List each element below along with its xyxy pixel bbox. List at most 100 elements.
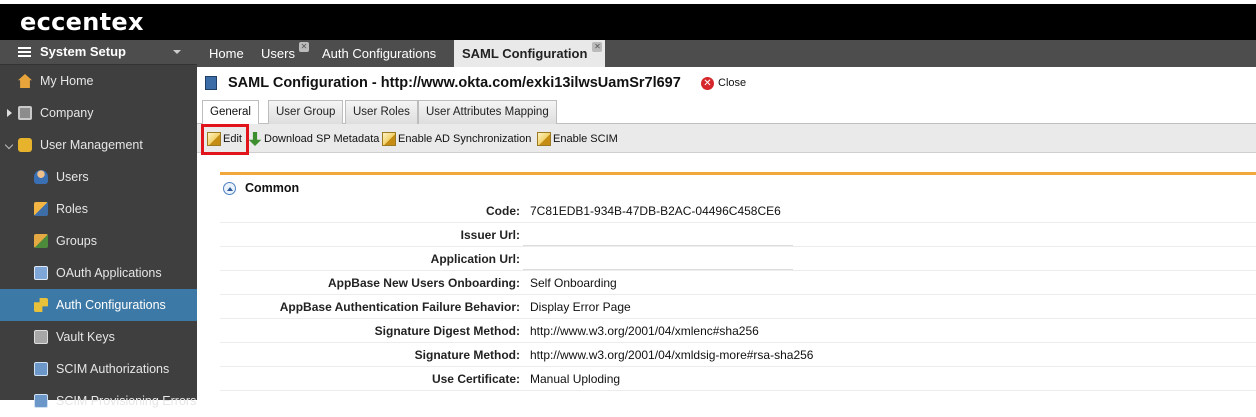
field-row-application-url: Application Url: — [220, 247, 1256, 271]
sidebar-item-my-home[interactable]: My Home — [0, 65, 197, 97]
field-value: 7C81EDB1-934B-47DB-B2AC-04496C458CE6 — [530, 204, 781, 218]
tab-label: Auth Configurations — [322, 46, 437, 61]
section-header[interactable]: Common — [220, 175, 1256, 199]
sidebar-header-label: System Setup — [40, 44, 126, 59]
vault-icon — [34, 330, 48, 344]
sidebar-item-oauth-applications[interactable]: OAuth Applications — [0, 257, 197, 289]
home-icon — [18, 74, 32, 88]
sidebar-item-roles[interactable]: Roles — [0, 193, 197, 225]
field-row-signature-digest-method: Signature Digest Method: http://www.w3.o… — [220, 319, 1256, 343]
sidebar-item-company[interactable]: Company — [0, 97, 197, 129]
field-row-new-users-onboarding: AppBase New Users Onboarding: Self Onboa… — [220, 271, 1256, 295]
scim-icon — [34, 394, 48, 408]
field-label: Signature Method: — [414, 348, 520, 362]
sidebar-item-scim-provisioning-errors[interactable]: SCIM Provisioning Errors — [0, 385, 197, 417]
common-section: Common Code: 7C81EDB1-934B-47DB-B2AC-044… — [220, 172, 1256, 391]
scim-icon — [34, 362, 48, 376]
document-icon — [205, 76, 217, 90]
oauth-icon — [34, 266, 48, 280]
user-icon — [34, 170, 48, 184]
tab-label: Users — [261, 46, 295, 61]
tab-user-attributes-mapping[interactable]: User Attributes Mapping — [418, 100, 557, 124]
sidebar-item-label: Users — [56, 170, 89, 184]
field-value-box — [523, 223, 793, 246]
download-icon — [248, 132, 262, 146]
edit-highlight-box — [201, 124, 249, 155]
field-row-auth-failure-behavior: AppBase Authentication Failure Behavior:… — [220, 295, 1256, 319]
sidebar-item-groups[interactable]: Groups — [0, 225, 197, 257]
brand-logo: eccentex — [20, 8, 144, 36]
tab-user-roles[interactable]: User Roles — [345, 100, 418, 124]
field-label: Use Certificate: — [431, 372, 520, 386]
expand-arrow-icon[interactable] — [7, 109, 12, 117]
field-value: Display Error Page — [530, 300, 631, 314]
sidebar-item-label: SCIM Authorizations — [56, 362, 170, 376]
key-icon — [34, 298, 48, 312]
sidebar-item-user-management[interactable]: User Management — [0, 129, 197, 161]
close-button[interactable]: Close — [718, 77, 746, 89]
menu-icon — [18, 47, 31, 57]
page-title: SAML Configuration - http://www.okta.com… — [228, 75, 681, 91]
section-title: Common — [245, 181, 300, 195]
sidebar-item-vault-keys[interactable]: Vault Keys — [0, 321, 197, 353]
field-label: AppBase New Users Onboarding: — [327, 276, 520, 290]
tab-user-group[interactable]: User Group — [268, 100, 344, 124]
sidebar-item-label: Auth Configurations — [56, 298, 166, 312]
tab-users[interactable]: Users ✕ — [253, 40, 311, 67]
tab-saml-configuration[interactable]: SAML Configuration ✕ — [454, 40, 606, 67]
enable-scim-label: Enable SCIM — [553, 133, 618, 145]
main-content: SAML Configuration - http://www.okta.com… — [197, 67, 1256, 400]
chevron-down-icon[interactable] — [173, 50, 181, 54]
tab-bar: Home Users ✕ Auth Configurations SAML Co… — [197, 40, 1256, 67]
toolbar: Edit Download SP Metadata Enable AD Sync… — [197, 124, 1256, 153]
enable-ad-label: Enable AD Synchronization — [398, 133, 532, 145]
tab-label: SAML Configuration — [462, 46, 588, 61]
collapse-section-icon[interactable] — [223, 182, 236, 195]
field-row-use-certificate: Use Certificate: Manual Uploding — [220, 367, 1256, 391]
edit-icon — [537, 132, 551, 146]
groups-icon — [34, 234, 48, 248]
top-bar: eccentex — [0, 0, 1256, 40]
field-row-issuer-url: Issuer Url: — [220, 223, 1256, 247]
sidebar-item-label: Company — [40, 106, 94, 120]
sidebar: System Setup My Home Company User Manage… — [0, 40, 197, 408]
sidebar-item-label: Roles — [56, 202, 88, 216]
tab-general[interactable]: General — [202, 100, 259, 125]
field-label: Application Url: — [430, 252, 520, 266]
sidebar-item-users[interactable]: Users — [0, 161, 197, 193]
tab-auth-configurations[interactable]: Auth Configurations — [314, 40, 444, 67]
lock-icon — [18, 138, 32, 152]
field-value: http://www.w3.org/2001/04/xmldsig-more#r… — [530, 348, 814, 362]
field-value: Self Onboarding — [530, 276, 617, 290]
sidebar-item-label: User Management — [40, 138, 143, 152]
field-label: Issuer Url: — [460, 228, 520, 242]
collapse-arrow-icon[interactable] — [4, 140, 14, 150]
edit-icon — [382, 132, 396, 146]
sidebar-item-scim-authorizations[interactable]: SCIM Authorizations — [0, 353, 197, 385]
close-icon[interactable]: ✕ — [298, 42, 309, 52]
sidebar-header[interactable]: System Setup — [0, 40, 197, 65]
sidebar-item-label: OAuth Applications — [56, 266, 162, 280]
field-value: http://www.w3.org/2001/04/xmlenc#sha256 — [530, 324, 759, 338]
close-icon[interactable]: ✕ — [592, 42, 603, 52]
field-label: Code: — [486, 204, 520, 218]
field-value-box — [523, 247, 793, 270]
field-row-code: Code: 7C81EDB1-934B-47DB-B2AC-04496C458C… — [220, 199, 1256, 223]
tab-label: Home — [209, 46, 244, 61]
download-label: Download SP Metadata — [264, 133, 380, 145]
field-label: Signature Digest Method: — [374, 324, 520, 338]
sidebar-item-auth-configurations[interactable]: Auth Configurations — [0, 289, 197, 321]
field-value: Manual Uploding — [530, 372, 621, 386]
roles-icon — [34, 202, 48, 216]
company-icon — [18, 106, 32, 120]
sidebar-item-label: Vault Keys — [56, 330, 115, 344]
close-icon[interactable]: ✕ — [701, 77, 714, 90]
sidebar-item-label: Groups — [56, 234, 97, 248]
sidebar-item-label: SCIM Provisioning Errors — [56, 394, 197, 408]
sidebar-item-label: My Home — [40, 74, 94, 88]
field-label: AppBase Authentication Failure Behavior: — [279, 300, 520, 314]
sub-tab-bar: General User Group User Roles User Attri… — [197, 99, 1256, 125]
tab-home[interactable]: Home — [201, 40, 252, 67]
field-row-signature-method: Signature Method: http://www.w3.org/2001… — [220, 343, 1256, 367]
page-header: SAML Configuration - http://www.okta.com… — [197, 67, 1256, 99]
